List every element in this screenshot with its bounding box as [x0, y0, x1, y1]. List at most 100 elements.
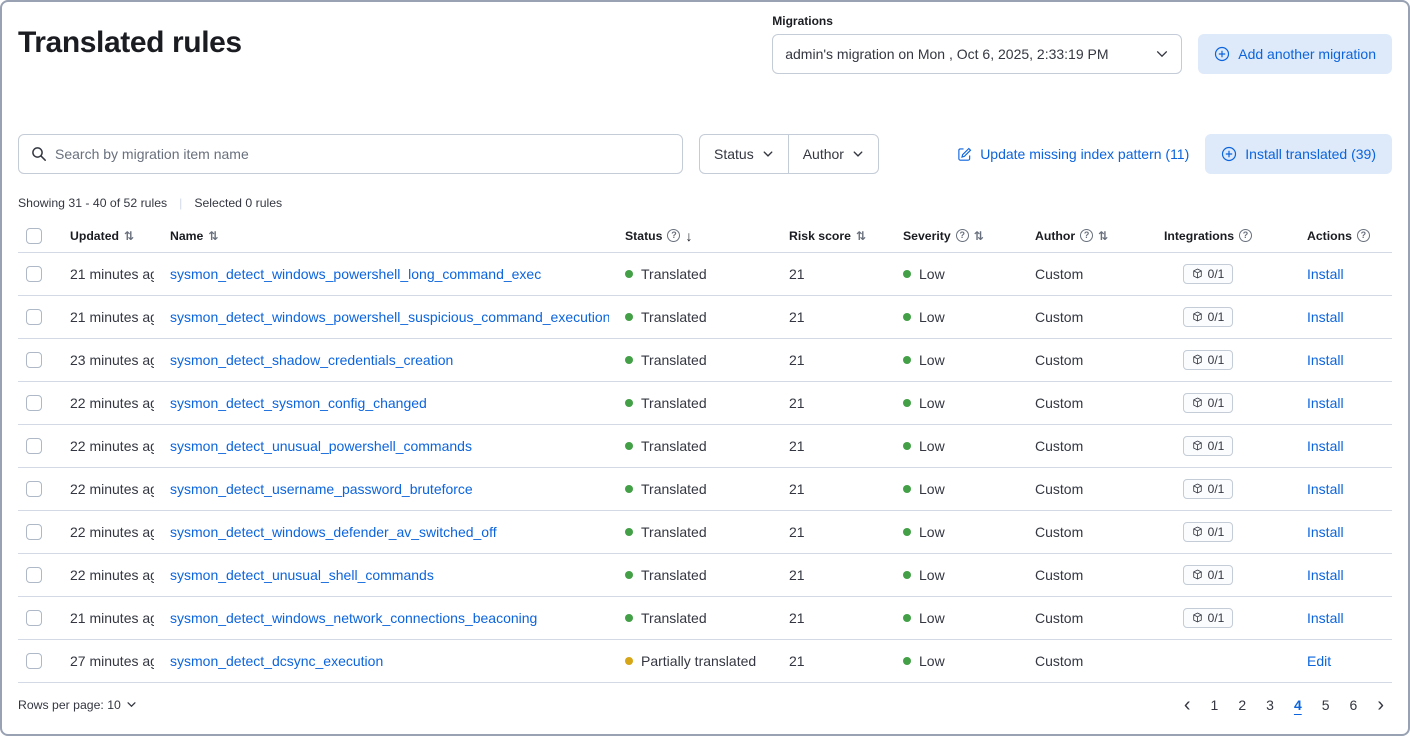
install-action-link[interactable]: Install — [1307, 266, 1344, 282]
status-dot — [625, 657, 633, 665]
row-checkbox[interactable] — [26, 653, 42, 669]
author-filter-button[interactable]: Author — [788, 135, 878, 173]
column-header-name[interactable]: Name⇅ — [170, 229, 218, 243]
selected-count: Selected 0 rules — [194, 196, 282, 210]
integrations-count: 0/1 — [1208, 353, 1225, 367]
status-dot — [625, 528, 633, 536]
previous-page-button[interactable]: ‹ — [1176, 695, 1199, 715]
severity-dot — [903, 571, 911, 579]
edit-action-link[interactable]: Edit — [1307, 653, 1331, 669]
search-icon — [31, 146, 47, 162]
install-action-link[interactable]: Install — [1307, 481, 1344, 497]
updated-cell: 22 minutes ago — [70, 524, 154, 540]
column-header-updated[interactable]: Updated⇅ — [70, 229, 134, 243]
edit-icon — [957, 147, 972, 162]
row-checkbox[interactable] — [26, 309, 42, 325]
page-button-4[interactable]: 4 — [1286, 695, 1310, 715]
updated-cell: 22 minutes ago — [70, 438, 154, 454]
row-checkbox[interactable] — [26, 567, 42, 583]
row-checkbox[interactable] — [26, 524, 42, 540]
author-filter-label: Author — [803, 146, 844, 162]
translated-rules-page: Translated rules Migrations admin's migr… — [0, 0, 1410, 736]
status-dot — [625, 614, 633, 622]
integrations-badge[interactable]: 0/1 — [1183, 307, 1234, 327]
row-checkbox[interactable] — [26, 438, 42, 454]
integrations-count: 0/1 — [1208, 267, 1225, 281]
sort-descending-icon: ↓ — [685, 229, 692, 243]
migrations-label: Migrations — [772, 14, 1182, 28]
info-icon: ? — [667, 229, 680, 242]
next-page-button[interactable]: › — [1369, 695, 1392, 715]
install-action-link[interactable]: Install — [1307, 524, 1344, 540]
select-all-checkbox[interactable] — [26, 228, 42, 244]
rule-name-link[interactable]: sysmon_detect_windows_powershell_suspici… — [170, 309, 609, 325]
integrations-badge[interactable]: 0/1 — [1183, 264, 1234, 284]
integrations-count: 0/1 — [1208, 482, 1225, 496]
severity-cell: Low — [919, 438, 945, 454]
status-dot — [625, 399, 633, 407]
rule-name-link[interactable]: sysmon_detect_dcsync_execution — [170, 653, 609, 669]
risk-score-cell: 21 — [781, 424, 895, 467]
column-header-author[interactable]: Author?⇅ — [1035, 229, 1108, 243]
page-button-6[interactable]: 6 — [1342, 695, 1366, 715]
integrations-badge[interactable]: 0/1 — [1183, 608, 1234, 628]
install-translated-button[interactable]: Install translated (39) — [1205, 134, 1392, 174]
page-button-2[interactable]: 2 — [1230, 695, 1254, 715]
update-missing-index-pattern-label: Update missing index pattern (11) — [980, 146, 1189, 162]
plus-in-circle-icon — [1214, 46, 1230, 62]
status-dot — [625, 356, 633, 364]
rule-name-link[interactable]: sysmon_detect_username_password_brutefor… — [170, 481, 609, 497]
row-checkbox[interactable] — [26, 352, 42, 368]
search-input[interactable] — [55, 146, 670, 162]
row-checkbox[interactable] — [26, 395, 42, 411]
integrations-badge[interactable]: 0/1 — [1183, 350, 1234, 370]
install-action-link[interactable]: Install — [1307, 610, 1344, 626]
risk-score-cell: 21 — [781, 252, 895, 295]
risk-score-cell: 21 — [781, 295, 895, 338]
rule-name-link[interactable]: sysmon_detect_windows_defender_av_switch… — [170, 524, 609, 540]
integrations-badge[interactable]: 0/1 — [1183, 393, 1234, 413]
page-button-5[interactable]: 5 — [1314, 695, 1338, 715]
rule-name-link[interactable]: sysmon_detect_unusual_shell_commands — [170, 567, 609, 583]
row-checkbox[interactable] — [26, 481, 42, 497]
severity-cell: Low — [919, 395, 945, 411]
table-row: 22 minutes ago sysmon_detect_unusual_she… — [18, 553, 1392, 596]
add-migration-button[interactable]: Add another migration — [1198, 34, 1392, 74]
install-action-link[interactable]: Install — [1307, 567, 1344, 583]
page-button-3[interactable]: 3 — [1258, 695, 1282, 715]
rule-name-link[interactable]: sysmon_detect_windows_powershell_long_co… — [170, 266, 609, 282]
status-cell: Translated — [641, 481, 707, 497]
install-action-link[interactable]: Install — [1307, 309, 1344, 325]
pagination: ‹ 123456 › — [1176, 695, 1392, 715]
column-header-severity[interactable]: Severity?⇅ — [903, 229, 984, 243]
migrations-select[interactable]: admin's migration on Mon , Oct 6, 2025, … — [772, 34, 1182, 74]
install-action-link[interactable]: Install — [1307, 438, 1344, 454]
integrations-badge[interactable]: 0/1 — [1183, 565, 1234, 585]
rule-name-link[interactable]: sysmon_detect_sysmon_config_changed — [170, 395, 609, 411]
integrations-badge[interactable]: 0/1 — [1183, 479, 1234, 499]
column-header-status[interactable]: Status? ↓ — [625, 229, 692, 243]
integrations-badge[interactable]: 0/1 — [1183, 522, 1234, 542]
updated-cell: 21 minutes ago — [70, 266, 154, 282]
install-action-link[interactable]: Install — [1307, 395, 1344, 411]
rule-name-link[interactable]: sysmon_detect_unusual_powershell_command… — [170, 438, 609, 454]
rows-per-page-label: Rows per page: 10 — [18, 698, 121, 712]
status-cell: Translated — [641, 524, 707, 540]
table-row: 22 minutes ago sysmon_detect_username_pa… — [18, 467, 1392, 510]
rows-per-page-button[interactable]: Rows per page: 10 — [18, 698, 137, 712]
integrations-badge[interactable]: 0/1 — [1183, 436, 1234, 456]
rule-name-link[interactable]: sysmon_detect_shadow_credentials_creatio… — [170, 352, 609, 368]
severity-cell: Low — [919, 352, 945, 368]
column-header-risk-score[interactable]: Risk score⇅ — [789, 229, 866, 243]
column-label: Status — [625, 229, 662, 243]
update-missing-index-pattern-button[interactable]: Update missing index pattern (11) — [957, 146, 1189, 162]
row-checkbox[interactable] — [26, 266, 42, 282]
status-filter-button[interactable]: Status — [700, 135, 788, 173]
plus-in-circle-icon — [1221, 146, 1237, 162]
column-header-integrations: Integrations? — [1164, 229, 1252, 243]
install-action-link[interactable]: Install — [1307, 352, 1344, 368]
page-button-1[interactable]: 1 — [1203, 695, 1227, 715]
risk-score-cell: 21 — [781, 338, 895, 381]
row-checkbox[interactable] — [26, 610, 42, 626]
rule-name-link[interactable]: sysmon_detect_windows_network_connection… — [170, 610, 609, 626]
